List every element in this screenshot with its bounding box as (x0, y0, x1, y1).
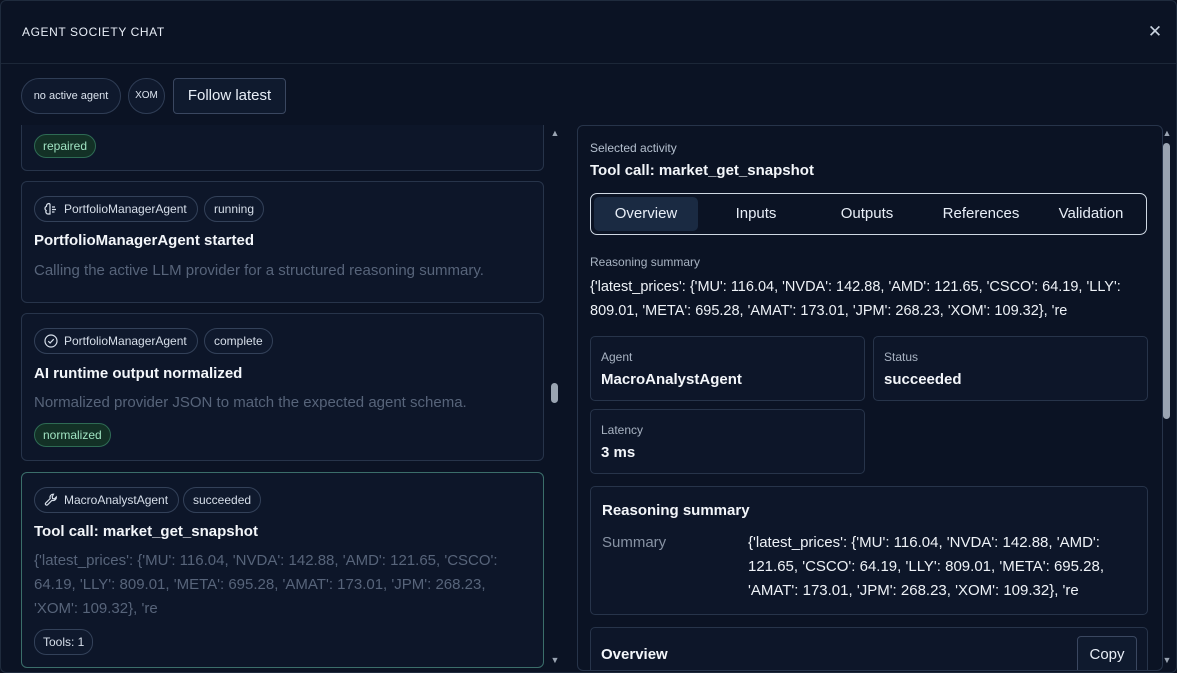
active-agent-chip[interactable]: no active agent (21, 78, 121, 114)
tab-validation[interactable]: Validation (1040, 197, 1142, 231)
agent-chip: PortfolioManagerAgent (34, 196, 198, 222)
activity-detail-panel: Selected activity Tool call: market_get_… (577, 125, 1163, 671)
wrench-icon (44, 493, 57, 506)
agent-field-label: Agent (601, 350, 633, 364)
tools-count-chip: Tools: 1 (34, 629, 94, 655)
copy-button[interactable]: Copy (1077, 636, 1137, 670)
check-circle-icon (44, 334, 58, 348)
card-title: PortfolioManagerAgent started (34, 232, 255, 249)
status-field: Status succeeded (873, 336, 1148, 401)
latency-field: Latency 3 ms (590, 409, 865, 474)
card-description: Calling the active LLM provider for a st… (34, 262, 484, 279)
activity-card[interactable]: repaired (21, 125, 544, 171)
activity-card-selected[interactable]: MacroAnalystAgent succeeded Tool call: m… (21, 472, 544, 668)
card-description: Normalized provider JSON to match the ex… (34, 394, 467, 411)
card-title: AI runtime output normalized (34, 365, 243, 382)
activity-feed[interactable]: repaired PortfolioManagerAgent running P… (21, 125, 545, 669)
section-title: Reasoning summary (602, 502, 750, 519)
state-chip: complete (204, 328, 273, 354)
scroll-down-arrow-icon[interactable]: ▼ (550, 655, 560, 665)
detail-tabs: Overview Inputs Outputs References Valid… (590, 193, 1147, 235)
agent-chip-label: PortfolioManagerAgent (64, 334, 187, 348)
symbol-chip[interactable]: XOM (128, 78, 165, 114)
scroll-down-arrow-icon[interactable]: ▼ (1162, 655, 1172, 665)
panel-title: AGENT SOCIETY CHAT (22, 25, 165, 39)
tab-overview[interactable]: Overview (594, 197, 698, 231)
summary-key: Summary (602, 534, 667, 551)
agent-chip: PortfolioManagerAgent (34, 328, 198, 354)
scroll-up-arrow-icon[interactable]: ▲ (550, 128, 560, 138)
state-chip: running (204, 196, 265, 222)
activity-card[interactable]: PortfolioManagerAgent complete AI runtim… (21, 313, 544, 461)
status-field-label: Status (884, 350, 919, 364)
agent-chip-label: MacroAnalystAgent (64, 493, 169, 507)
status-chip: repaired (34, 134, 97, 158)
selected-activity-title: Tool call: market_get_snapshot (590, 162, 814, 179)
brain-icon (44, 202, 56, 215)
agent-society-chat-panel: AGENT SOCIETY CHAT ✕ no active agent XOM… (0, 0, 1177, 673)
tab-outputs[interactable]: Outputs (815, 197, 919, 231)
overview-section: Overview Copy (590, 627, 1148, 670)
agent-field-value: MacroAnalystAgent (601, 371, 742, 388)
detail-scrollbar[interactable]: ▲ ▼ (1161, 125, 1173, 669)
selected-activity-label: Selected activity (590, 141, 677, 155)
status-field-value: succeeded (884, 371, 962, 388)
latency-field-label: Latency (601, 423, 644, 437)
state-chip: succeeded (183, 487, 262, 513)
reasoning-summary-section: Reasoning summary Summary {'latest_price… (590, 486, 1148, 615)
reasoning-summary-label: Reasoning summary (590, 255, 701, 269)
tab-references[interactable]: References (925, 197, 1037, 231)
status-chip: normalized (34, 423, 111, 447)
feed-scrollbar[interactable]: ▲ ▼ (549, 125, 561, 669)
reasoning-summary-text: {'latest_prices': {'MU': 116.04, 'NVDA':… (590, 279, 1121, 319)
title-bar: AGENT SOCIETY CHAT ✕ (1, 1, 1176, 64)
latency-field-value: 3 ms (601, 444, 636, 461)
scroll-up-arrow-icon[interactable]: ▲ (1162, 128, 1172, 138)
agent-field: Agent MacroAnalystAgent (590, 336, 865, 401)
scrollbar-thumb[interactable] (1163, 143, 1170, 419)
tab-inputs[interactable]: Inputs (704, 197, 808, 231)
follow-latest-button[interactable]: Follow latest (173, 78, 286, 114)
card-description: {'latest_prices': {'MU': 116.04, 'NVDA':… (34, 552, 498, 617)
section-title: Overview (601, 646, 668, 663)
close-icon[interactable]: ✕ (1144, 21, 1166, 43)
scrollbar-thumb[interactable] (551, 383, 558, 403)
activity-card[interactable]: PortfolioManagerAgent running PortfolioM… (21, 181, 544, 303)
agent-chip: MacroAnalystAgent (34, 487, 180, 513)
card-title: Tool call: market_get_snapshot (34, 523, 258, 540)
agent-chip-label: PortfolioManagerAgent (64, 202, 187, 216)
summary-value: {'latest_prices': {'MU': 116.04, 'NVDA':… (748, 534, 1105, 599)
